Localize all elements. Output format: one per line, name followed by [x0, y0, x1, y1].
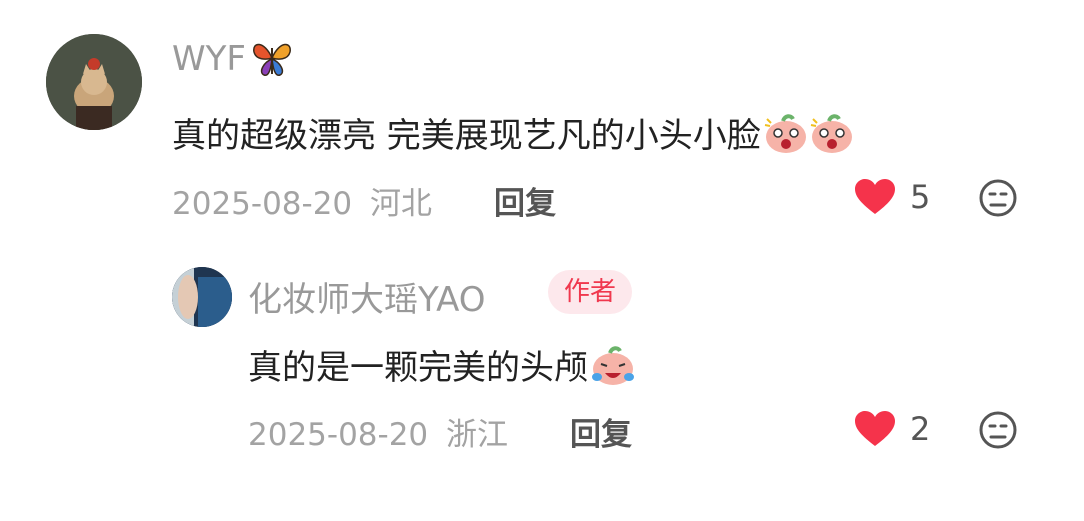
meh-face-icon	[979, 411, 1017, 449]
username-text: WYF	[172, 39, 246, 79]
cat-avatar-image	[46, 34, 142, 130]
username[interactable]: WYF	[172, 38, 294, 87]
heart-icon	[855, 411, 895, 446]
comment-text: 真的是一颗完美的头颅	[248, 340, 636, 396]
shocked-peach-emoji	[809, 111, 855, 164]
comment-date: 2025-08-20	[172, 186, 353, 222]
dislike-button[interactable]	[978, 410, 1018, 454]
comment-date: 2025-08-20	[248, 417, 429, 453]
author-badge: 作者	[548, 270, 633, 314]
comment-content: 真的超级漂亮 完美展现艺凡的小头小脸	[172, 116, 761, 156]
avatar[interactable]	[46, 34, 142, 130]
person-avatar-image	[172, 267, 232, 327]
username[interactable]: 化妆师大瑶YAO	[248, 272, 486, 321]
shocked-peach-emoji	[763, 111, 809, 164]
comment-meta: 2025-08-20 河北	[172, 178, 432, 223]
reply-button[interactable]: 回复	[494, 178, 556, 223]
like-button[interactable]: 5	[854, 178, 930, 216]
like-count: 2	[910, 410, 931, 448]
comment-content: 真的是一颗完美的头颅	[248, 348, 588, 388]
dislike-button[interactable]	[978, 178, 1018, 222]
like-button[interactable]: 2	[854, 410, 930, 448]
heart-icon	[855, 179, 895, 214]
comment-location: 浙江	[446, 417, 509, 453]
comment-location: 河北	[370, 186, 433, 222]
avatar[interactable]	[172, 267, 232, 327]
reply-button[interactable]: 回复	[570, 409, 632, 454]
meh-face-icon	[979, 179, 1017, 217]
comment-text: 真的超级漂亮 完美展现艺凡的小头小脸	[172, 108, 855, 164]
laughing-crying-peach-emoji	[590, 343, 636, 396]
like-count: 5	[910, 178, 931, 216]
butterfly-icon	[250, 38, 294, 87]
comment-meta: 2025-08-20 浙江	[248, 409, 508, 454]
